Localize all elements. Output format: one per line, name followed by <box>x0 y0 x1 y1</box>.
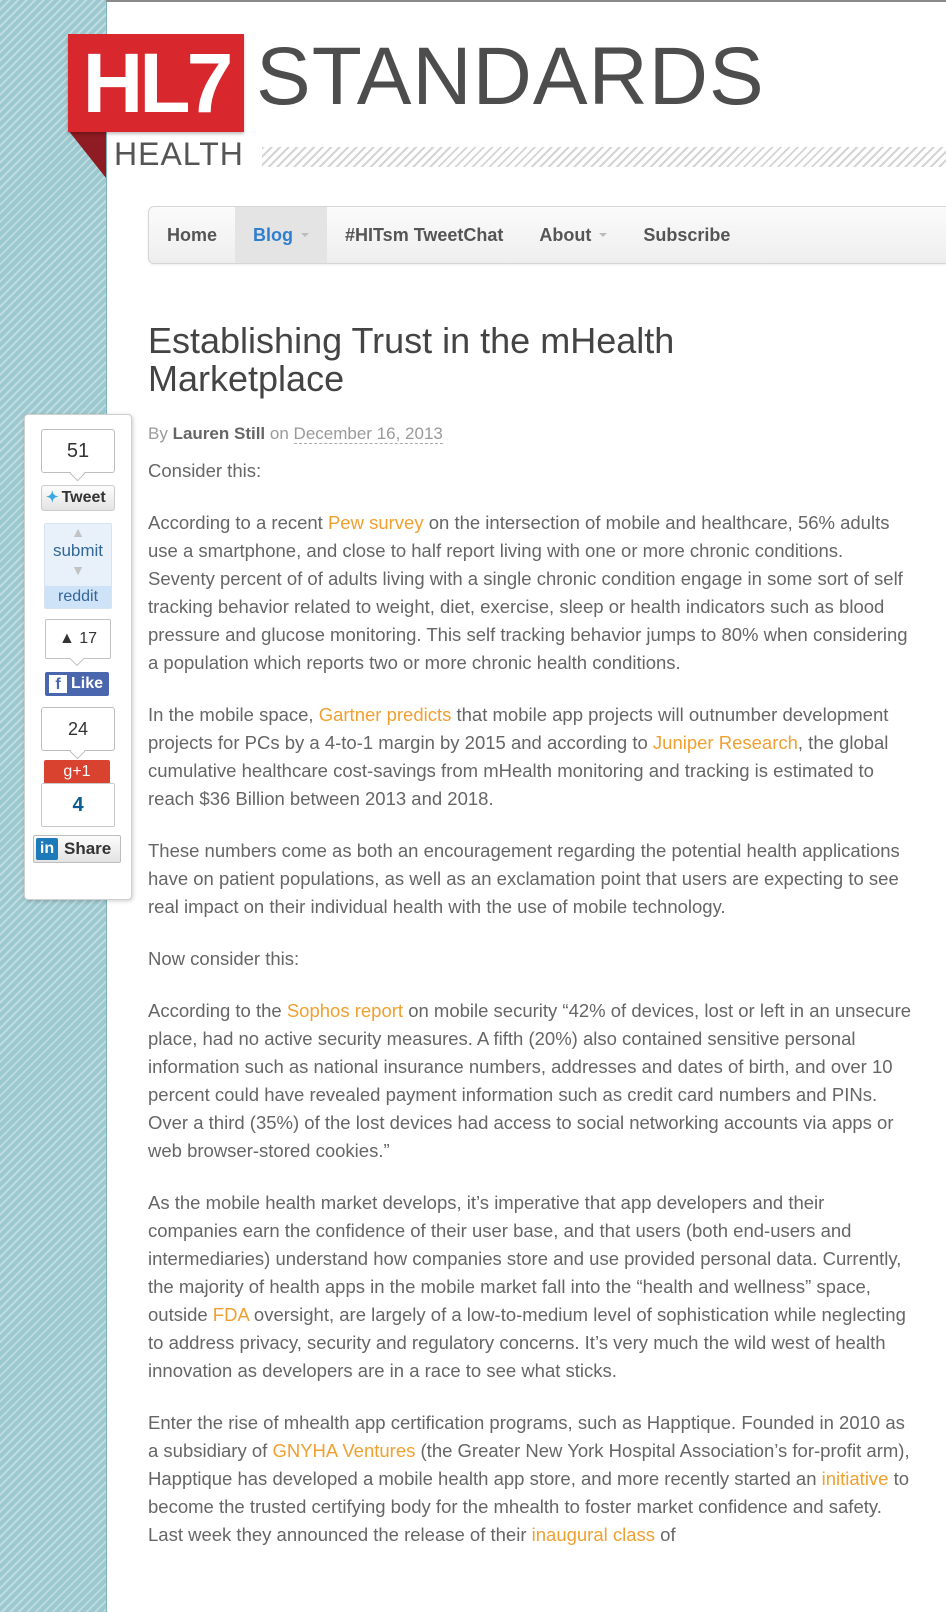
article-title: Establishing Trust in the mHealth Market… <box>148 320 675 399</box>
text: of <box>655 1524 676 1545</box>
text: oversight, are largely of a low-to-mediu… <box>148 1304 906 1381</box>
paragraph-numbers: These numbers come as both an encouragem… <box>148 840 900 917</box>
main-nav: Home Blog #HITsm TweetChat About Subscri… <box>148 206 946 264</box>
reddit-submit-button[interactable]: ▲ submit ▼ reddit <box>44 523 112 609</box>
upvote-arrow-icon[interactable]: ▲ <box>45 524 111 540</box>
nav-about[interactable]: About <box>521 207 625 263</box>
gplus-count: 24 <box>41 707 115 751</box>
chevron-down-icon <box>599 233 608 237</box>
nav-subscribe[interactable]: Subscribe <box>625 207 748 263</box>
linkedin-icon: in <box>36 838 58 860</box>
article-body: Consider this: According to a recent Pew… <box>148 457 914 1573</box>
paragraph-intro: Consider this: <box>148 460 262 481</box>
reddit-submit-label: submit <box>52 541 104 560</box>
byline-author[interactable]: Lauren Still <box>173 424 266 443</box>
linkedin-count: 4 <box>41 783 115 827</box>
link-initiative[interactable]: initiative <box>822 1468 889 1489</box>
byline-by: By <box>148 424 168 443</box>
gplus-label: +1 <box>72 763 91 780</box>
linkedin-share-label: Share <box>64 839 112 858</box>
link-gnyha[interactable]: GNYHA Ventures <box>272 1440 415 1461</box>
text: According to the <box>148 1000 287 1021</box>
facebook-like-label: Like <box>71 675 104 692</box>
nav-blog-label: Blog <box>253 224 294 245</box>
paragraph-happtique: Enter the rise of mhealth app certificat… <box>148 1409 914 1549</box>
thumbs-up-icon: ▲ <box>58 630 75 647</box>
top-border <box>106 0 946 2</box>
facebook-like-button[interactable]: f Like <box>45 672 109 696</box>
link-fda[interactable]: FDA <box>213 1304 249 1325</box>
text: on mobile security “42% of devices, lost… <box>148 1000 912 1161</box>
byline: By Lauren Still on December 16, 2013 <box>148 424 443 444</box>
logo-hatch-divider <box>262 147 946 167</box>
linkedin-share-button[interactable]: in Share <box>33 835 121 863</box>
text: According to a recent <box>148 512 328 533</box>
facebook-icon: f <box>49 675 67 693</box>
link-sophos[interactable]: Sophos report <box>287 1000 403 1021</box>
chevron-down-icon <box>301 233 310 237</box>
paragraph-pew: According to a recent Pew survey on the … <box>148 509 914 677</box>
gplus-icon: g <box>63 763 73 780</box>
logo-ribbon <box>68 130 106 178</box>
logo-subtitle: HEALTH <box>114 136 244 172</box>
facebook-count-value: 17 <box>79 630 98 647</box>
paragraph-market: As the mobile health market develops, it… <box>148 1189 914 1385</box>
paragraph-sophos: According to the Sophos report on mobile… <box>148 997 914 1165</box>
nav-about-label: About <box>539 224 592 245</box>
tweet-count: 51 <box>41 429 115 473</box>
reddit-brand-label: reddit <box>45 586 111 608</box>
facebook-like-count: ▲ 17 <box>45 619 111 659</box>
nav-home[interactable]: Home <box>149 207 235 263</box>
gplus-button[interactable]: g+1 <box>44 760 110 784</box>
paragraph-consider: Now consider this: <box>148 948 300 969</box>
link-pew-survey[interactable]: Pew survey <box>328 512 424 533</box>
nav-tweetchat[interactable]: #HITsm TweetChat <box>327 207 521 263</box>
paragraph-gartner: In the mobile space, Gartner predicts th… <box>148 701 914 813</box>
twitter-bird-icon: ✦ <box>46 489 59 506</box>
link-inaugural-class[interactable]: inaugural class <box>532 1524 655 1545</box>
tweet-label: Tweet <box>61 489 106 506</box>
logo-wordmark[interactable]: STANDARDS <box>256 36 765 118</box>
downvote-arrow-icon[interactable]: ▼ <box>45 562 111 578</box>
text: In the mobile space, <box>148 704 319 725</box>
text: on the intersection of mobile and health… <box>148 512 908 673</box>
byline-on: on <box>269 424 289 443</box>
link-gartner[interactable]: Gartner predicts <box>319 704 452 725</box>
share-box: 51 ✦ Tweet ▲ submit ▼ reddit ▲ 17 f Like 2… <box>24 414 132 900</box>
logo-mark[interactable]: HL7 <box>68 34 244 132</box>
byline-date: December 16, 2013 <box>293 424 443 444</box>
tweet-button[interactable]: ✦ Tweet <box>41 485 115 511</box>
link-juniper[interactable]: Juniper Research <box>653 732 798 753</box>
nav-blog[interactable]: Blog <box>235 207 328 263</box>
